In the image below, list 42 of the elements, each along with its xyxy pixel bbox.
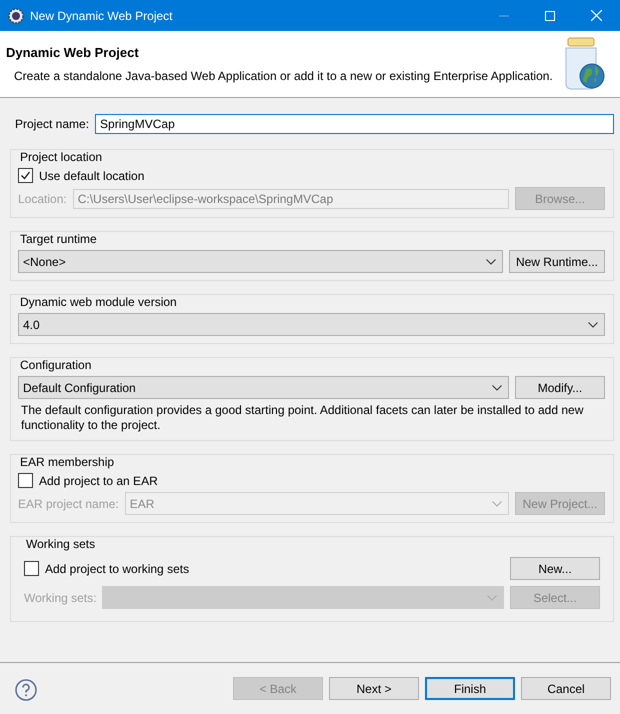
close-icon[interactable] <box>591 10 602 21</box>
checkbox-label: Add project to working sets <box>45 562 190 576</box>
caret-icon <box>492 500 502 506</box>
group-title: Configuration <box>20 358 92 372</box>
group-title: Project location <box>20 150 104 164</box>
runtime-dropdown[interactable]: <None> <box>18 250 503 273</box>
checkbox-box[interactable] <box>18 473 33 488</box>
caret-icon <box>492 384 502 390</box>
maximize-icon[interactable] <box>545 10 555 20</box>
page-description: Create a standalone Java-based Web Application or add it to a new or existing Enterprise Application. <box>13 69 554 83</box>
caret-icon <box>588 322 598 328</box>
field-label: Location: <box>18 192 67 206</box>
checkbox-label: Add project to an EAR <box>39 474 158 488</box>
gear-icon <box>8 8 24 24</box>
caret-icon <box>487 594 497 600</box>
checkbox-box[interactable] <box>18 168 33 183</box>
checkbox-box[interactable] <box>24 561 39 576</box>
configuration-description: The default configuration provides a good starting point. Additional facets can later be installed to add new functionality to the project. <box>20 403 584 433</box>
group-title: Target runtime <box>20 232 98 246</box>
checkbox-label: Use default location <box>39 168 144 182</box>
version-dropdown[interactable]: 4.0 <box>18 313 605 336</box>
field-label: Project name: <box>15 117 90 131</box>
modify-button[interactable]: Modify... <box>515 376 605 399</box>
configuration-dropdown[interactable]: Default Configuration <box>18 376 509 399</box>
help-icon[interactable] <box>15 678 37 700</box>
page-title: Dynamic Web Project <box>6 45 140 60</box>
caret-icon <box>486 258 496 264</box>
project-name-field[interactable]: SpringMVCap <box>95 114 614 134</box>
new-button[interactable]: New... <box>510 557 600 580</box>
checkbox[interactable]: Add project to an EAR <box>18 473 605 488</box>
new-runtime-button[interactable]: New Runtime... <box>508 250 605 273</box>
field-label: Working sets: <box>24 590 96 604</box>
field-label: EAR project name: <box>18 496 119 510</box>
group-title: Dynamic web module version <box>20 295 178 309</box>
window-title: New Dynamic Web Project <box>30 8 172 22</box>
checkbox[interactable]: Use default location <box>18 168 605 183</box>
group-title: EAR membership <box>20 455 116 469</box>
dialog-button[interactable]: Cancel <box>521 677 611 700</box>
dialog-button[interactable]: Finish <box>425 677 515 700</box>
checkbox[interactable]: Add project to working sets <box>24 561 504 576</box>
group-title: Working sets <box>26 537 96 551</box>
dialog-button[interactable]: Next > <box>329 677 419 700</box>
